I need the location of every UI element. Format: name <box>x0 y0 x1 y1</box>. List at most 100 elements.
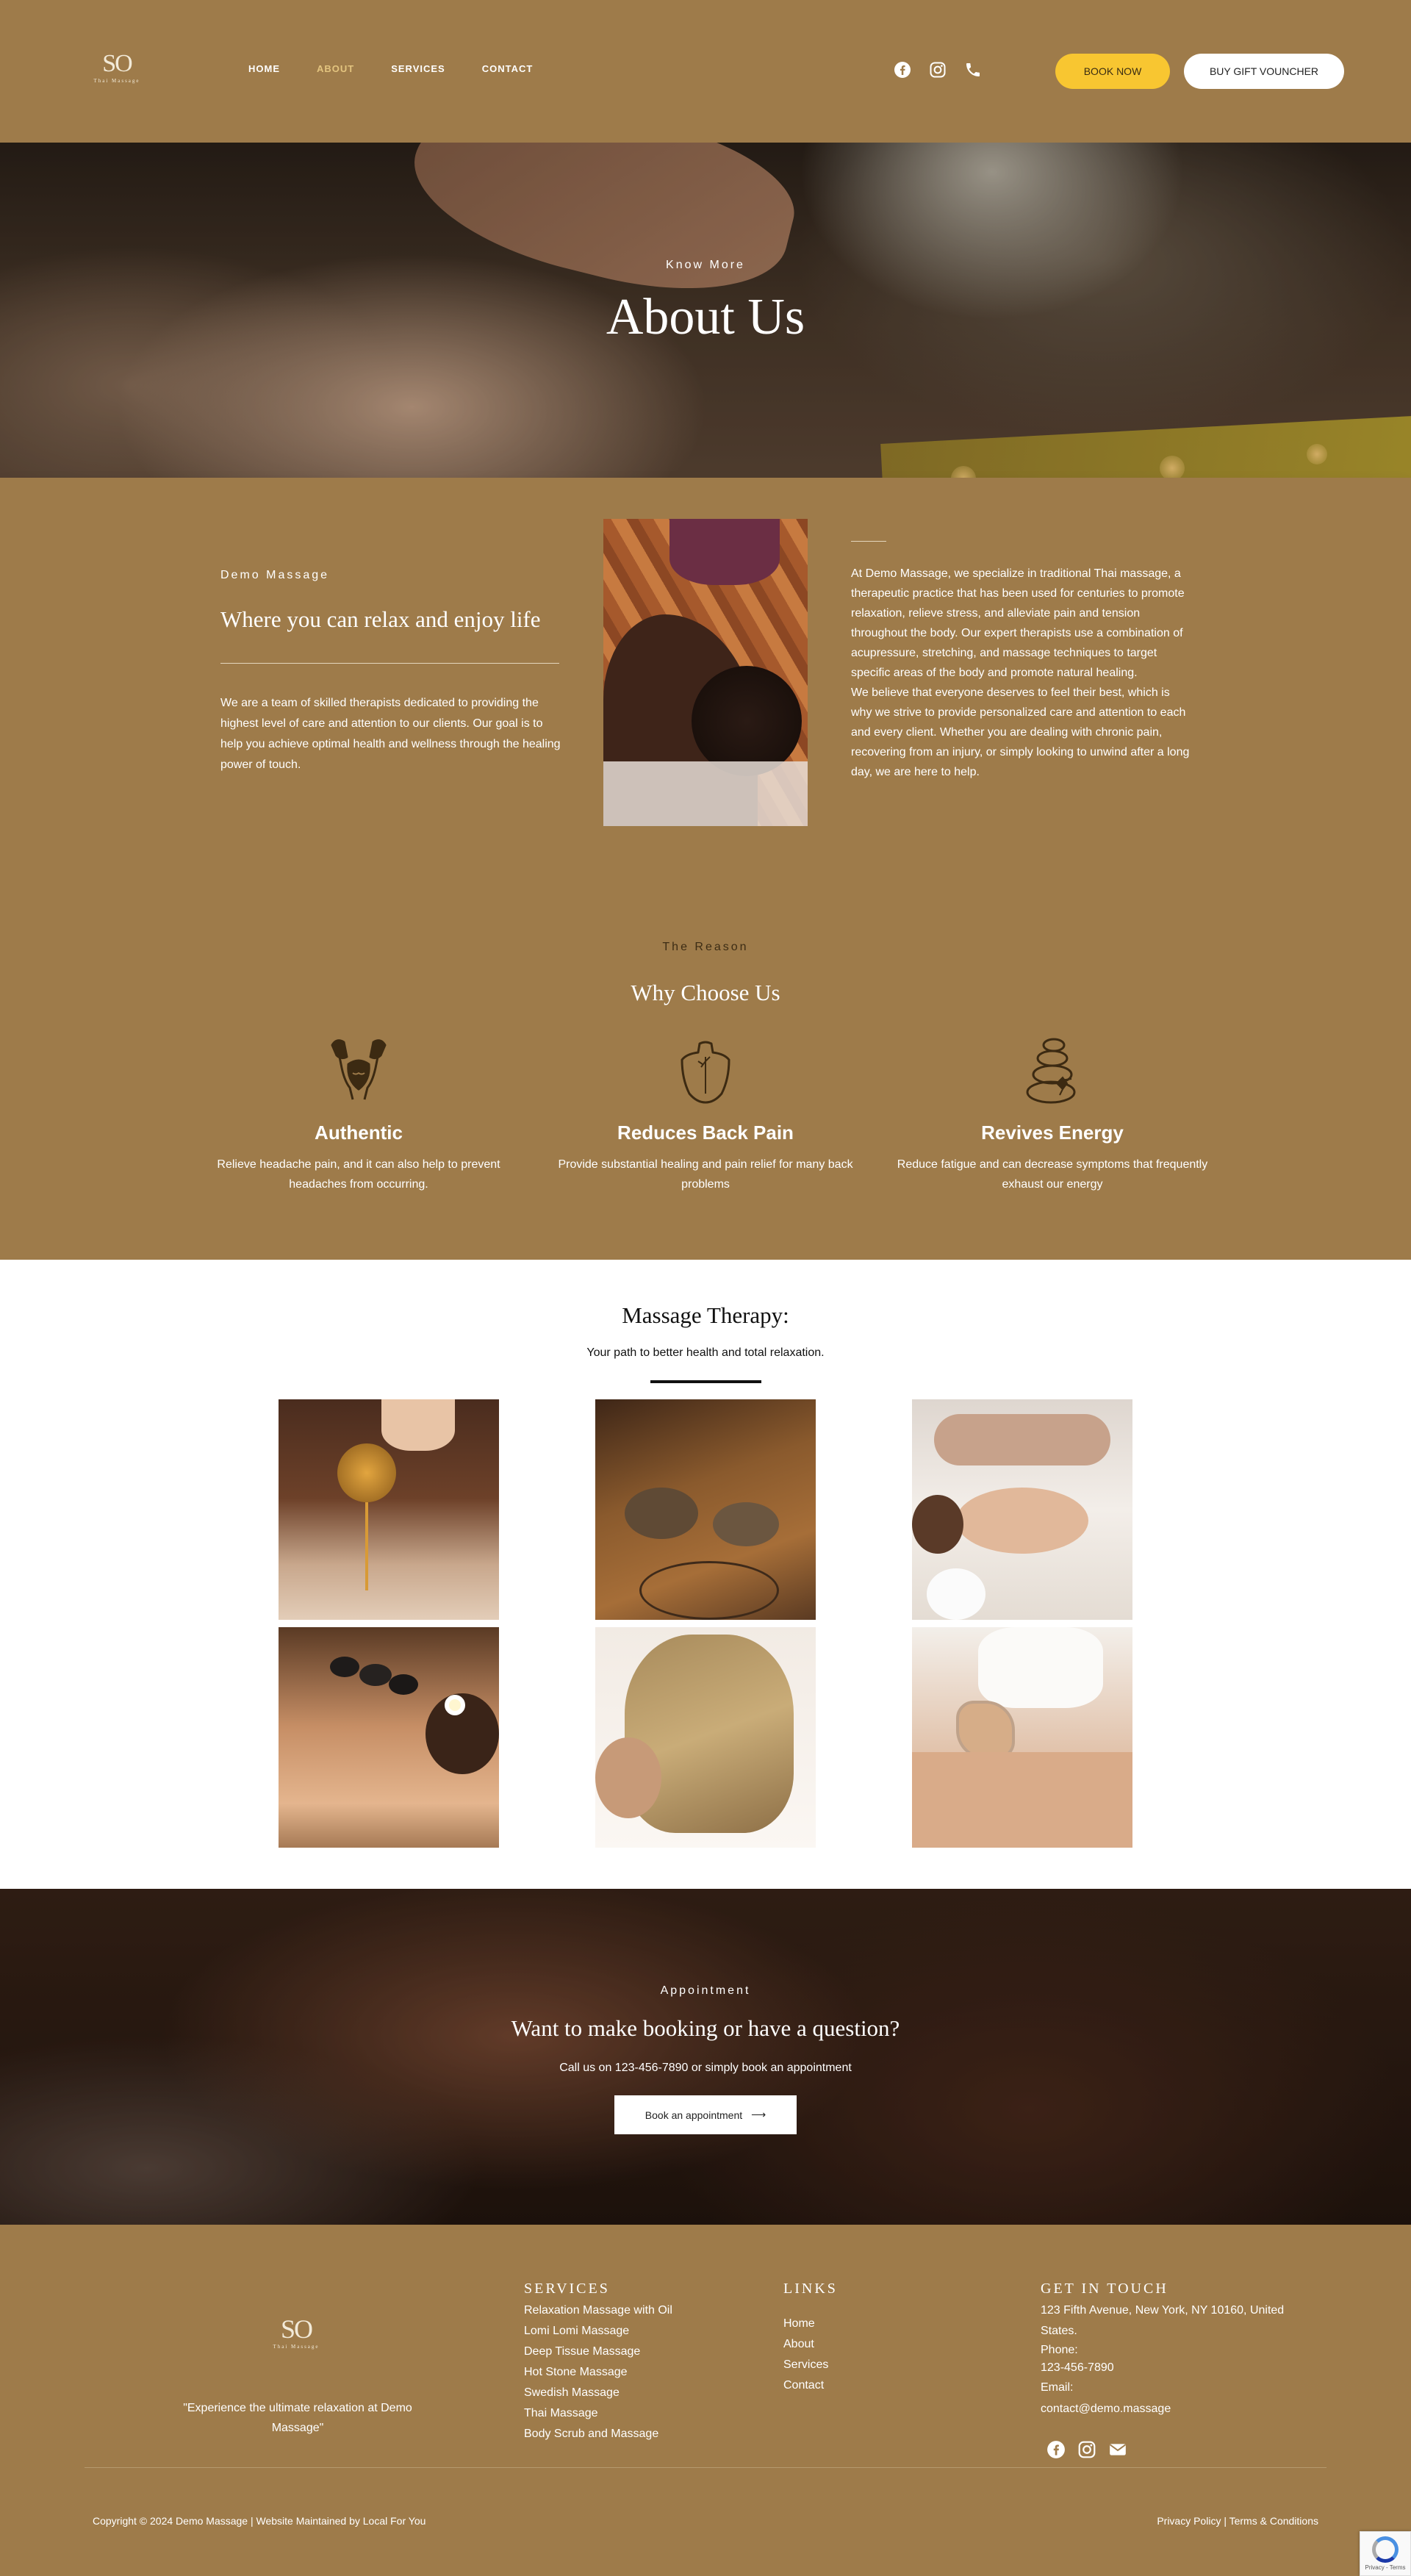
copyright: Copyright © 2024 Demo Massage | Website … <box>93 2515 426 2527</box>
footer-link-home[interactable]: Home <box>783 2314 838 2334</box>
contact-address: 123 Fifth Avenue, New York, NY 10160, Un… <box>1041 2304 1285 2337</box>
feature-card: Reduces Back Pain Provide substantial he… <box>540 1035 871 1194</box>
gallery-image-facial-massage[interactable] <box>912 1399 1132 1620</box>
divider <box>650 1380 761 1383</box>
contact-email[interactable]: contact@demo.massage <box>1041 2399 1320 2419</box>
footer-contact: GET IN TOUCH 123 Fifth Avenue, New York,… <box>1041 2281 1320 2419</box>
contact-phone[interactable]: 123-456-7890 <box>1041 2359 1320 2377</box>
footer-link-services[interactable]: Services <box>783 2355 838 2375</box>
about-heading: Where you can relax and enjoy life <box>220 606 541 632</box>
gallery-image-hot-stone[interactable] <box>279 1627 499 1848</box>
recaptcha-label: Privacy - Terms <box>1365 2564 1406 2571</box>
service-link[interactable]: Relaxation Massage with Oil <box>524 2300 672 2321</box>
book-appointment-label: Book an appointment <box>645 2109 743 2121</box>
facebook-icon[interactable] <box>894 61 911 79</box>
envelope-icon[interactable] <box>1108 2440 1127 2459</box>
appointment-section: Appointment Want to make booking or have… <box>0 1889 1411 2225</box>
footer-quote: "Experience the ultimate relaxation at D… <box>183 2402 412 2434</box>
client-hair <box>692 666 802 776</box>
contact-phone-label: Phone: <box>1041 2344 1078 2356</box>
gallery-image-oil-pour[interactable] <box>279 1399 499 1620</box>
service-link[interactable]: Deep Tissue Massage <box>524 2342 672 2362</box>
logo-mark: SO <box>102 50 132 77</box>
appointment-title: Want to make booking or have a question? <box>511 2015 900 2041</box>
logo-subtitle: Thai Massage <box>93 78 140 84</box>
contact-email-label: Email: <box>1041 2381 1074 2394</box>
feature-title: Authentic <box>315 1122 403 1144</box>
short-divider <box>851 541 886 542</box>
instagram-icon[interactable] <box>1077 2440 1096 2459</box>
head-massage-icon <box>322 1035 395 1108</box>
footer-logo[interactable]: SO Thai Massage <box>270 2314 322 2356</box>
feature-title: Reduces Back Pain <box>617 1122 794 1144</box>
header-social <box>894 61 982 79</box>
gallery-image-body-scrub[interactable] <box>595 1627 816 1848</box>
footer-social <box>1046 2440 1127 2459</box>
divider <box>220 663 559 664</box>
hot-stones-icon <box>1016 1035 1089 1108</box>
feature-card: Revives Energy Reduce fatigue and can de… <box>887 1035 1218 1194</box>
feature-text: Provide substantial healing and pain rel… <box>558 1158 853 1191</box>
footer-divider <box>85 2467 1326 2468</box>
service-link[interactable]: Swedish Massage <box>524 2383 672 2403</box>
therapist-robe <box>669 519 780 585</box>
appointment-subtitle: Call us on 123-456-7890 or simply book a… <box>559 2062 852 2074</box>
about-paragraph: We believe that everyone deserves to fee… <box>851 686 1190 778</box>
recaptcha-icon <box>1372 2536 1399 2563</box>
service-link[interactable]: Thai Massage <box>524 2403 672 2424</box>
why-choose-us: The Reason Why Choose Us Authentic Relie… <box>0 867 1411 1260</box>
feature-card: Authentic Relieve headache pain, and it … <box>193 1035 524 1194</box>
gallery-image-herbal-compress[interactable] <box>595 1399 816 1620</box>
feature-text: Reduce fatigue and can decrease symptoms… <box>897 1158 1208 1191</box>
site-logo[interactable]: SO Thai Massage <box>93 50 141 88</box>
site-header: SO Thai Massage HOME ABOUT SERVICES CONT… <box>0 0 1411 143</box>
about-kicker: Demo Massage <box>220 569 330 581</box>
about-section: Demo Massage Where you can relax and enj… <box>0 478 1411 867</box>
therapy-title: Massage Therapy: <box>622 1302 789 1328</box>
feature-title: Revives Energy <box>981 1122 1124 1144</box>
service-link[interactable]: Lomi Lomi Massage <box>524 2321 672 2342</box>
gift-voucher-button[interactable]: BUY GIFT VOUNCHER <box>1184 54 1344 89</box>
service-link[interactable]: Hot Stone Massage <box>524 2362 672 2383</box>
book-now-button[interactable]: BOOK NOW <box>1055 54 1170 89</box>
page-title: About Us <box>606 289 805 345</box>
footer-heading: SERVICES <box>524 2281 610 2297</box>
about-intro: We are a team of skilled therapists dedi… <box>220 697 561 771</box>
appointment-kicker: Appointment <box>660 1984 751 1997</box>
logo-subtitle: Thai Massage <box>273 2344 320 2350</box>
why-title: Why Choose Us <box>631 980 780 1005</box>
sheet <box>603 761 808 826</box>
facebook-icon[interactable] <box>1046 2440 1066 2459</box>
back-torso-icon <box>669 1035 742 1108</box>
footer-links: LINKS Home About Services Contact <box>783 2281 838 2396</box>
footer-heading: GET IN TOUCH <box>1041 2281 1168 2297</box>
phone-icon[interactable] <box>964 61 982 79</box>
nav-about[interactable]: ABOUT <box>317 63 354 74</box>
instagram-icon[interactable] <box>929 61 947 79</box>
massage-therapy-section: Massage Therapy: Your path to better hea… <box>0 1260 1411 1889</box>
service-link[interactable]: Body Scrub and Massage <box>524 2424 672 2444</box>
feature-text: Relieve headache pain, and it can also h… <box>217 1158 500 1191</box>
appointment-overlay <box>0 1889 1411 2225</box>
footer-link-contact[interactable]: Contact <box>783 2375 838 2396</box>
hero-banner: Know More About Us <box>0 143 1411 478</box>
nav-services[interactable]: SERVICES <box>391 63 445 74</box>
hero-kicker: Know More <box>666 259 745 271</box>
legal-links[interactable]: Privacy Policy | Terms & Conditions <box>1157 2515 1318 2527</box>
gallery-image-oil-massage[interactable] <box>912 1627 1132 1848</box>
about-paragraph: At Demo Massage, we specialize in tradit… <box>851 567 1185 679</box>
footer-services: SERVICES Relaxation Massage with Oil Lom… <box>524 2281 672 2444</box>
site-footer: SO Thai Massage "Experience the ultimate… <box>0 2225 1411 2576</box>
why-kicker: The Reason <box>662 941 749 953</box>
footer-link-about[interactable]: About <box>783 2334 838 2355</box>
about-photo <box>603 519 808 826</box>
recaptcha-badge[interactable]: Privacy - Terms <box>1360 2531 1411 2576</box>
logo-mark: SO <box>280 2314 313 2344</box>
main-nav: HOME ABOUT SERVICES CONTACT <box>248 63 533 74</box>
about-description: At Demo Massage, we specialize in tradit… <box>851 564 1193 782</box>
nav-contact[interactable]: CONTACT <box>482 63 534 74</box>
nav-home[interactable]: HOME <box>248 63 280 74</box>
arrow-right-icon: ⟶ <box>751 2109 766 2120</box>
footer-heading: LINKS <box>783 2281 838 2297</box>
book-appointment-button[interactable]: Book an appointment ⟶ <box>614 2095 797 2134</box>
